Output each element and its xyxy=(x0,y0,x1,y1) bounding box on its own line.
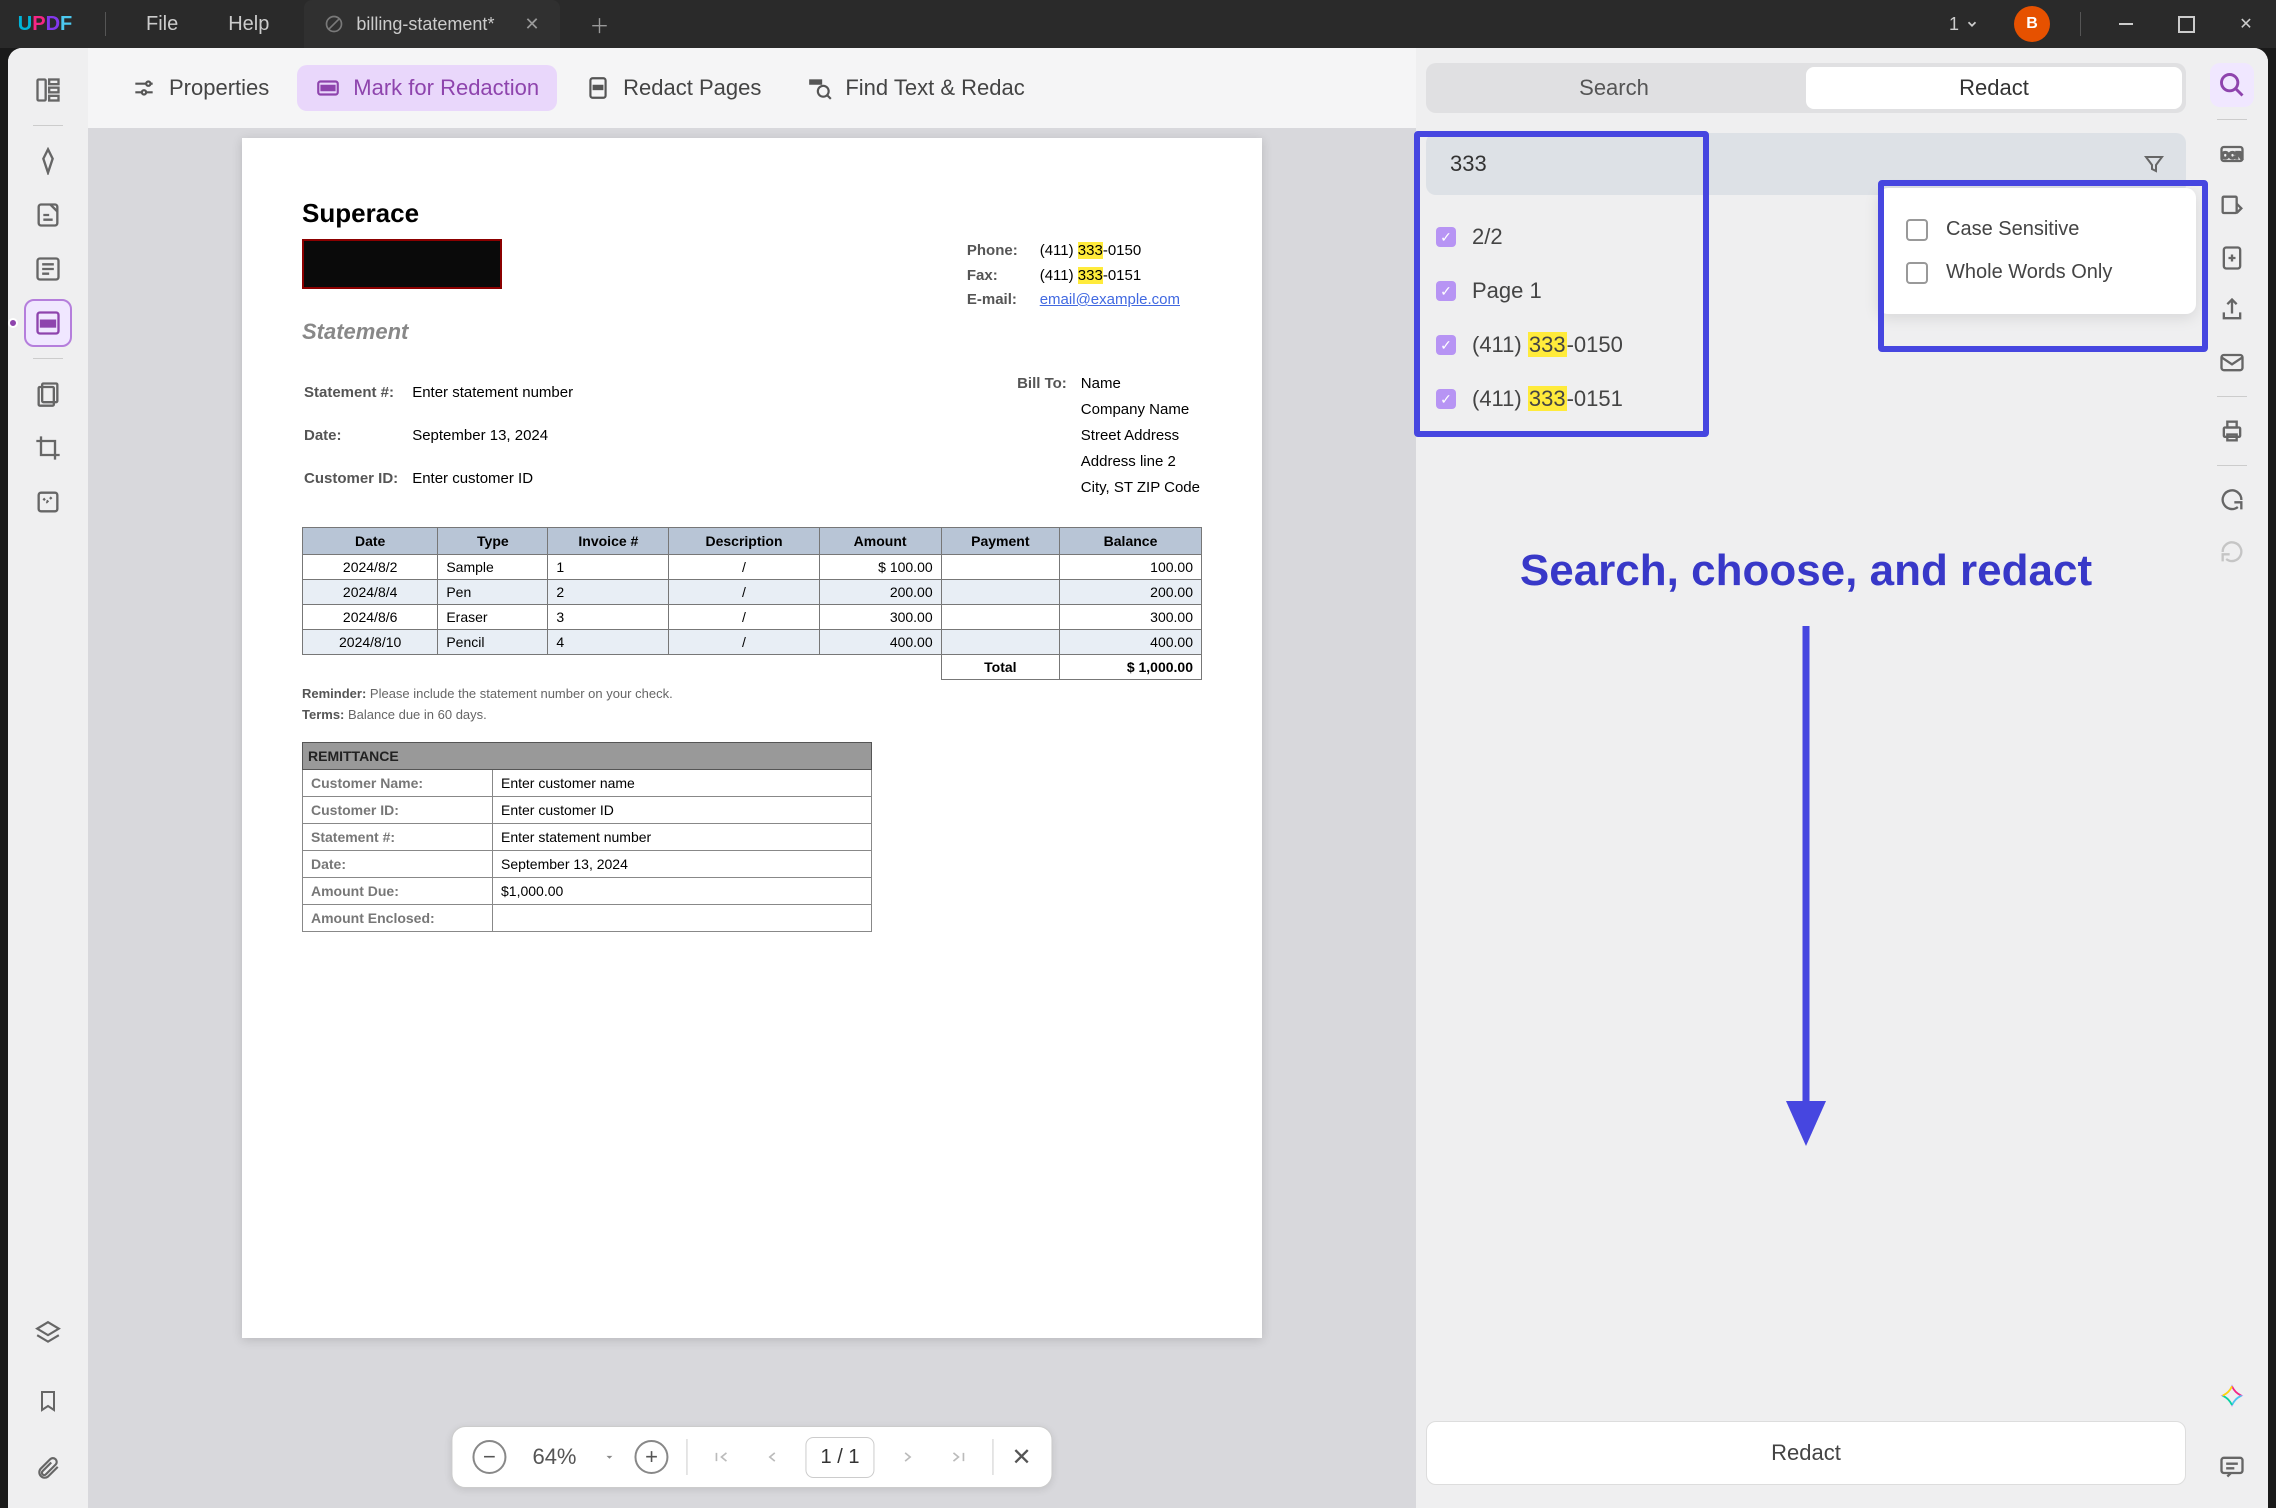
tab-title: billing-statement* xyxy=(356,14,494,35)
note-icon[interactable] xyxy=(24,191,72,239)
zoom-in-button[interactable]: + xyxy=(635,1440,669,1474)
highlight-icon[interactable] xyxy=(24,137,72,185)
redact-doc-icon xyxy=(324,14,344,34)
search-input[interactable] xyxy=(1426,133,2186,195)
result-item[interactable]: ✓(411) 333-0151 xyxy=(1426,372,2186,426)
zoom-out-button[interactable]: − xyxy=(472,1440,506,1474)
app-logo: UPDF xyxy=(0,13,90,36)
form-icon[interactable] xyxy=(24,478,72,526)
page-input[interactable]: 1 / 1 xyxy=(806,1437,875,1478)
menu-file[interactable]: File xyxy=(121,13,203,36)
properties-button[interactable]: Properties xyxy=(113,65,287,111)
first-page-button[interactable] xyxy=(706,1447,738,1467)
chevron-down-icon[interactable] xyxy=(603,1450,617,1464)
prev-page-button[interactable] xyxy=(756,1447,788,1467)
sliders-icon xyxy=(131,75,157,101)
mark-icon xyxy=(315,75,341,101)
ocr-icon[interactable]: OCR xyxy=(2210,132,2254,176)
contact-info: Phone:(411) 333-0150 Fax:(411) 333-0151 … xyxy=(965,238,1182,314)
text-tool-icon[interactable] xyxy=(24,245,72,293)
bookmark-icon[interactable] xyxy=(24,1377,72,1425)
document-tab[interactable]: billing-statement* ✕ xyxy=(304,0,559,48)
remittance-table: REMITTANCE Customer Name:Enter customer … xyxy=(302,742,872,932)
crop-icon[interactable] xyxy=(24,424,72,472)
redact-pages-button[interactable]: Redact Pages xyxy=(567,65,779,111)
ai-icon[interactable] xyxy=(2210,1376,2254,1420)
titlebar: UPDF File Help billing-statement* ✕ ＋ 1 … xyxy=(0,0,2276,48)
arrow-down-icon xyxy=(1776,626,1836,1146)
annotation-text: Search, choose, and redact xyxy=(1426,546,2186,596)
maximize-button[interactable] xyxy=(2156,0,2216,48)
document-viewport[interactable]: Superace Phone:(411) 333-0150 Fax:(411) … xyxy=(88,128,1416,1508)
window-count-dropdown[interactable]: 1 xyxy=(1949,14,1979,35)
menu-help[interactable]: Help xyxy=(203,13,294,36)
whole-words-option[interactable]: Whole Words Only xyxy=(1906,251,2168,294)
pages-icon[interactable] xyxy=(24,370,72,418)
search-redact-panel: Search Redact Case Sensitive Whole Words… xyxy=(1416,48,2196,1508)
redo-icon[interactable] xyxy=(2210,530,2254,574)
attachment-icon[interactable] xyxy=(24,1445,72,1493)
left-sidebar xyxy=(8,48,88,1508)
search-options-popup: Case Sensitive Whole Words Only xyxy=(1878,188,2196,314)
email-icon[interactable] xyxy=(2210,340,2254,384)
document-page: Superace Phone:(411) 333-0150 Fax:(411) … xyxy=(242,138,1262,1338)
comment-icon[interactable] xyxy=(2210,1444,2254,1488)
search-icon[interactable] xyxy=(2210,63,2254,107)
case-sensitive-option[interactable]: Case Sensitive xyxy=(1906,208,2168,251)
redact-tool-icon[interactable] xyxy=(24,299,72,347)
find-icon xyxy=(807,75,833,101)
toolbar-close-button[interactable]: ✕ xyxy=(1011,1443,1031,1472)
checkbox-icon[interactable] xyxy=(1906,262,1928,284)
undo-icon[interactable] xyxy=(2210,478,2254,522)
share-icon[interactable] xyxy=(2210,288,2254,332)
print-icon[interactable] xyxy=(2210,409,2254,453)
main-area: Properties Mark for Redaction Redact Pag… xyxy=(88,48,1416,1508)
checkbox-icon[interactable] xyxy=(1906,219,1928,241)
result-item[interactable]: ✓(411) 333-0150 xyxy=(1426,318,2186,372)
svg-text:OCR: OCR xyxy=(2222,151,2243,161)
filter-icon[interactable] xyxy=(2142,152,2166,176)
page-controls: − 64% + 1 / 1 ✕ xyxy=(451,1426,1052,1488)
thumbnails-icon[interactable] xyxy=(24,66,72,114)
right-sidebar: OCR xyxy=(2196,48,2268,1508)
close-button[interactable]: ✕ xyxy=(2216,0,2276,48)
tab-search[interactable]: Search xyxy=(1426,63,1802,113)
statement-title: Statement xyxy=(302,319,1202,345)
tab-redact[interactable]: Redact xyxy=(1806,67,2182,109)
layers-icon[interactable] xyxy=(24,1309,72,1357)
last-page-button[interactable] xyxy=(942,1447,974,1467)
statement-table: DateTypeInvoice #DescriptionAmountPaymen… xyxy=(302,527,1202,680)
pages-redact-icon xyxy=(585,75,611,101)
new-tab-button[interactable]: ＋ xyxy=(580,10,620,39)
convert-icon[interactable] xyxy=(2210,184,2254,228)
find-text-button[interactable]: Find Text & Redac xyxy=(789,65,1042,111)
minimize-button[interactable] xyxy=(2096,0,2156,48)
redaction-mark[interactable] xyxy=(302,239,502,289)
user-avatar[interactable]: B xyxy=(2014,6,2050,42)
redact-toolbar: Properties Mark for Redaction Redact Pag… xyxy=(88,48,1416,128)
zoom-level[interactable]: 64% xyxy=(524,1444,584,1470)
compress-icon[interactable] xyxy=(2210,236,2254,280)
next-page-button[interactable] xyxy=(892,1447,924,1467)
redact-button[interactable]: Redact xyxy=(1426,1421,2186,1485)
tab-close-button[interactable]: ✕ xyxy=(524,14,539,35)
company-name: Superace xyxy=(302,198,1202,229)
mark-redaction-button[interactable]: Mark for Redaction xyxy=(297,65,557,111)
